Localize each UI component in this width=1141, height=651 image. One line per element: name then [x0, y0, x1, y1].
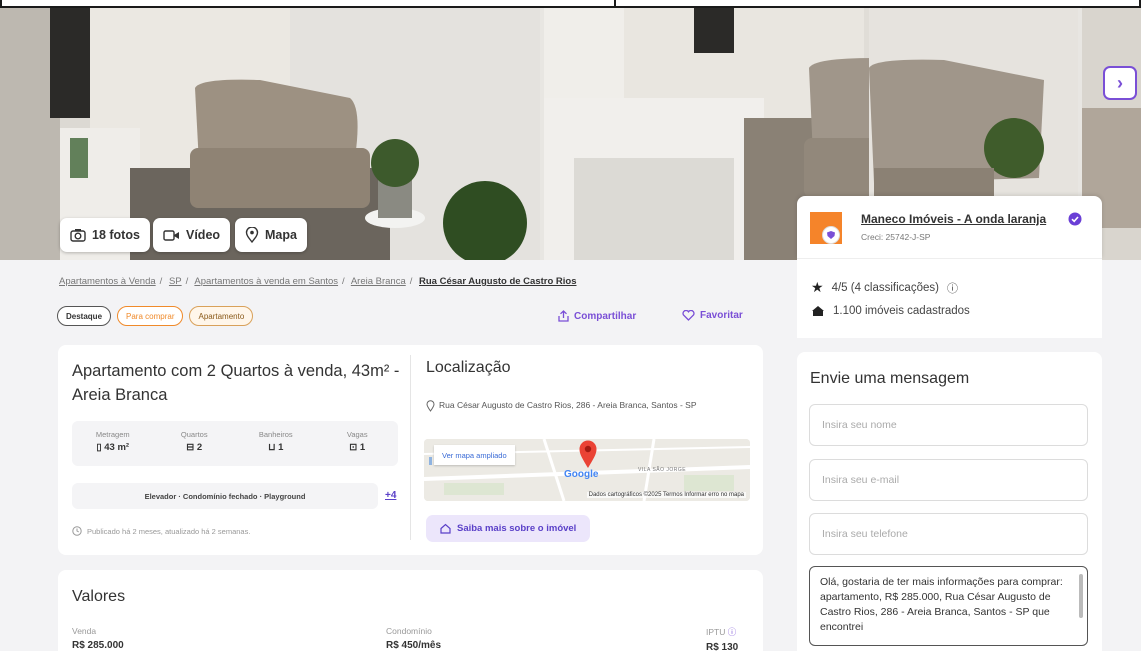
- breadcrumb-item-state[interactable]: SP: [169, 276, 182, 287]
- map-brand: Google: [564, 469, 599, 480]
- agent-card: Maneco Imóveis - A onda laranja Creci: 2…: [797, 196, 1102, 258]
- photos-label: 18 fotos: [92, 228, 140, 242]
- message-form-title: Envie uma mensagem: [810, 370, 970, 387]
- listing-stats: Metragem ▯ 43 m² Quartos ⊟ 2 Banheiros ⊔…: [72, 421, 398, 466]
- map-enlarge-link[interactable]: Ver mapa ampliado: [434, 445, 515, 465]
- bed-icon: ⊟: [186, 442, 197, 453]
- map-label: Mapa: [265, 228, 297, 242]
- agent-name-link[interactable]: Maneco Imóveis - A onda laranja: [861, 212, 1046, 226]
- gallery-next-button[interactable]: ›: [1103, 66, 1137, 100]
- share-button[interactable]: Compartilhar: [558, 310, 636, 322]
- breadcrumb-item-apartments[interactable]: Apartamentos à Venda: [59, 276, 156, 287]
- video-label: Vídeo: [186, 228, 221, 242]
- share-icon: [558, 310, 569, 322]
- favorite-button[interactable]: Favoritar: [682, 310, 743, 321]
- breadcrumb: Apartamentos à Venda / SP / Apartamentos à…: [59, 276, 577, 287]
- message-form: Envie uma mensagem Insira seu nome Insir…: [797, 352, 1102, 651]
- message-textarea[interactable]: Olá, gostaria de ter mais informações pa…: [809, 566, 1088, 646]
- top-frame-divider: [614, 0, 616, 6]
- tag-type: Apartamento: [189, 306, 254, 326]
- home-icon: [440, 523, 451, 534]
- agent-info: ★ 4/5 (4 classificações) ⓘ 1.100 imóveis…: [797, 258, 1102, 338]
- amenities-more-link[interactable]: +4: [385, 490, 396, 501]
- bathtub-icon: ⊔: [268, 442, 279, 453]
- values-card: Valores Venda R$ 285.000 Condomínio R$ 4…: [58, 570, 763, 651]
- camera-icon: [70, 229, 86, 242]
- card-divider: [410, 355, 411, 540]
- breadcrumb-item-neighborhood[interactable]: Areia Branca: [351, 276, 406, 287]
- stat-parking: Vagas ⊡ 1: [346, 430, 368, 453]
- share-label: Compartilhar: [574, 310, 637, 322]
- chevron-right-icon: ›: [1117, 72, 1123, 93]
- stat-bathrooms: Banheiros ⊔ 1: [258, 430, 293, 453]
- agent-listings-count: 1.100 imóveis cadastrados: [811, 305, 970, 317]
- verified-icon: [1068, 212, 1082, 226]
- agent-rating: ★ 4/5 (4 classificações) ⓘ: [811, 279, 958, 296]
- heart-icon: [682, 310, 695, 321]
- stat-area: Metragem ▯ 43 m²: [95, 430, 130, 453]
- more-about-property-button[interactable]: Saiba mais sobre o imóvel: [426, 515, 591, 542]
- info-circle-icon[interactable]: ⓘ: [947, 280, 958, 296]
- map-button[interactable]: Mapa: [235, 218, 307, 252]
- location-address: Rua César Augusto de Castro Rios, 286 - …: [426, 398, 738, 412]
- breadcrumb-item-current: Rua César Augusto de Castro Rios: [419, 276, 577, 287]
- location-title: Localização: [426, 359, 511, 376]
- tag-purpose: Para comprar: [117, 306, 184, 326]
- email-field[interactable]: Insira seu e-mail: [809, 459, 1088, 501]
- location-map[interactable]: Ver mapa ampliado Google VILA SÃO JORGE …: [424, 439, 750, 501]
- listing-tags: Destaque Para comprar Apartamento: [57, 306, 254, 326]
- star-icon: ★: [811, 279, 824, 295]
- breadcrumb-item-city[interactable]: Apartamentos à venda em Santos: [194, 276, 338, 287]
- map-pin-icon: [245, 227, 259, 243]
- video-camera-icon: [163, 229, 179, 241]
- photos-button[interactable]: 18 fotos: [60, 218, 150, 252]
- message-scrollbar[interactable]: [1079, 574, 1083, 618]
- map-marker-icon: [579, 440, 597, 468]
- top-frame: [0, 0, 1141, 8]
- favorite-label: Favoritar: [700, 310, 743, 321]
- name-field[interactable]: Insira seu nome: [809, 404, 1088, 446]
- amenities-list: Elevador · Condomínio fechado · Playgrou…: [72, 483, 378, 509]
- values-title: Valores: [72, 588, 126, 605]
- agency-badge: [822, 226, 840, 244]
- value-condo: Condomínio R$ 450/mês: [386, 626, 442, 651]
- listing-info-card: Apartamento com 2 Quartos à venda, 43m² …: [58, 345, 763, 555]
- value-sale: Venda R$ 285.000: [72, 626, 124, 651]
- stat-bedrooms: Quartos ⊟ 2: [180, 430, 208, 453]
- location-pin-icon: [426, 400, 435, 412]
- tag-highlight: Destaque: [57, 306, 112, 326]
- published-info: Publicado há 2 meses, atualizado há 2 se…: [72, 526, 250, 536]
- video-button[interactable]: Vídeo: [153, 218, 231, 252]
- house-icon: [812, 306, 824, 316]
- listing-title: Apartamento com 2 Quartos à venda, 43m² …: [72, 362, 400, 404]
- car-icon: ⊡: [349, 442, 360, 453]
- value-iptu: IPTU ⓘ R$ 130: [706, 627, 739, 651]
- shield-icon: [827, 231, 835, 239]
- info-icon[interactable]: ⓘ: [728, 627, 737, 637]
- map-footer: Dados cartográficos ©2025 Termos Informa…: [586, 492, 746, 498]
- agent-creci: Creci: 25742-J-SP: [861, 232, 931, 242]
- phone-field[interactable]: Insira seu telefone: [809, 513, 1088, 555]
- clock-icon: [72, 526, 82, 536]
- map-area-label: VILA SÃO JORGE: [638, 467, 687, 473]
